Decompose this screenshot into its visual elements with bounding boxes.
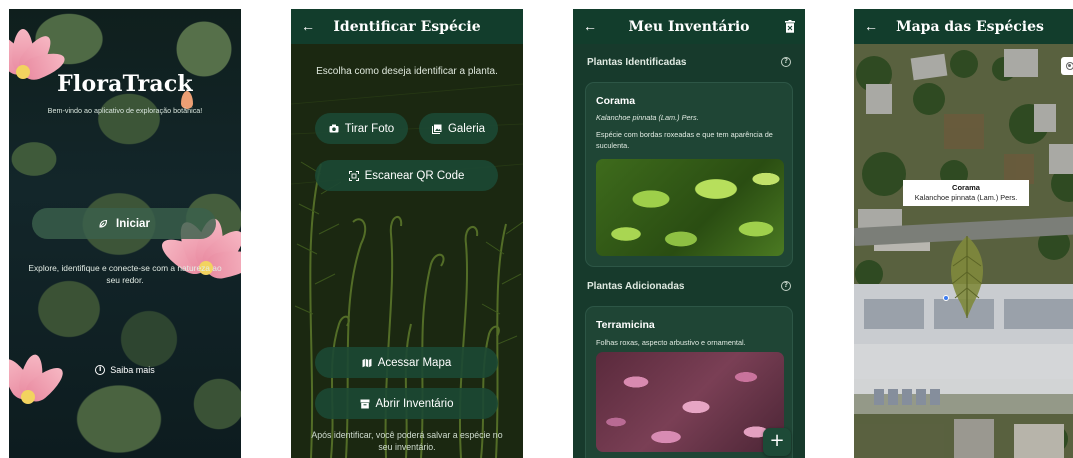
info-icon[interactable]: ? (781, 281, 791, 291)
location-target-button[interactable] (1061, 57, 1073, 75)
plant-description: Espécie com bordas roxeadas e que tem ap… (596, 130, 773, 150)
current-location-dot (943, 295, 949, 301)
plant-name: Corama (596, 95, 636, 107)
learn-more-label: Saiba mais (110, 365, 155, 375)
lotus-flower-image (9, 352, 69, 407)
plant-description: Folhas roxas, aspecto arbustivo e orname… (596, 338, 746, 347)
start-button[interactable]: Iniciar (32, 208, 216, 239)
location-target-icon (1066, 62, 1073, 70)
scan-qr-button[interactable]: Escanear QR Code (315, 160, 498, 191)
back-arrow-icon[interactable]: ← (301, 18, 315, 34)
identified-section-header: Plantas Identificadas ? (587, 55, 791, 69)
app-title: FloraTrack (57, 71, 193, 97)
add-plant-button[interactable]: + (763, 428, 791, 456)
marker-info-window[interactable]: Corama Kalanchoe pinnata (Lam.) Pers. (903, 180, 1029, 206)
open-map-label: Acessar Mapa (377, 356, 452, 369)
species-map-screen: ← Mapa das Espécies Corama Kalanchoe pin… (854, 9, 1073, 458)
gallery-icon (431, 124, 442, 134)
plant-card[interactable]: Corama Kalanchoe pinnata (Lam.) Pers. Es… (585, 82, 793, 267)
open-inventory-button[interactable]: Abrir Inventário (315, 388, 498, 419)
plant-photo (596, 159, 784, 256)
scan-qr-label: Escanear QR Code (364, 169, 465, 182)
identify-species-screen: ← Identificar Espécie Escolha como desej… (291, 9, 523, 458)
inventory-icon (360, 399, 369, 408)
learn-more-link[interactable]: i Saiba mais (9, 365, 241, 375)
app-bar: ← Mapa das Espécies (854, 9, 1073, 44)
gallery-button[interactable]: Galeria (419, 113, 498, 144)
inventory-screen: ← Meu Inventário Plantas Identificadas ?… (573, 9, 805, 458)
gallery-label: Galeria (447, 122, 486, 135)
info-icon: i (95, 365, 106, 375)
camera-icon (329, 124, 339, 133)
identify-prompt: Escolha como deseja identificar a planta… (316, 66, 498, 77)
screen-title: Identificar Espécie (333, 18, 481, 35)
added-section-header: Plantas Adicionadas ? (587, 279, 791, 293)
screen-title: Mapa das Espécies (896, 18, 1044, 35)
welcome-screen: FloraTrack Bem-vindo ao aplicativo de ex… (9, 9, 241, 458)
marker-scientific-name: Kalanchoe pinnata (Lam.) Pers. (914, 193, 1018, 202)
app-bar: ← Identificar Espécie (291, 9, 523, 44)
screen-title: Meu Inventário (628, 18, 750, 35)
marker-plant-name: Corama (952, 183, 980, 192)
trash-icon[interactable] (785, 20, 795, 33)
plus-icon: + (769, 430, 785, 451)
take-photo-label: Tirar Foto (344, 122, 395, 135)
plant-scientific-name: Kalanchoe pinnata (Lam.) Pers. (596, 113, 699, 122)
save-hint-text: Após identificar, você poderá salvar a e… (311, 430, 503, 452)
welcome-description: Explore, identifique e conecte-se com a … (28, 263, 222, 285)
open-map-button[interactable]: Acessar Mapa (315, 347, 498, 378)
back-arrow-icon[interactable]: ← (583, 18, 597, 34)
take-photo-button[interactable]: Tirar Foto (315, 113, 408, 144)
identified-section-title: Plantas Identificadas (587, 56, 687, 68)
open-inventory-label: Abrir Inventário (375, 397, 454, 410)
app-bar: ← Meu Inventário (573, 9, 805, 44)
plant-card[interactable]: Terramicina Folhas roxas, aspecto arbust… (585, 306, 793, 458)
qr-scan-icon (348, 170, 359, 181)
plant-name: Terramicina (596, 319, 655, 331)
map-icon (362, 358, 372, 367)
back-arrow-icon[interactable]: ← (864, 18, 878, 34)
plant-photo (596, 352, 784, 452)
info-icon[interactable]: ? (781, 57, 791, 67)
leaf-marker-icon[interactable] (943, 234, 991, 320)
welcome-subtitle: Bem-vindo ao aplicativo de exploração bo… (47, 106, 203, 115)
added-section-title: Plantas Adicionadas (587, 280, 685, 292)
leaf-icon (99, 219, 108, 228)
start-button-label: Iniciar (116, 217, 150, 230)
